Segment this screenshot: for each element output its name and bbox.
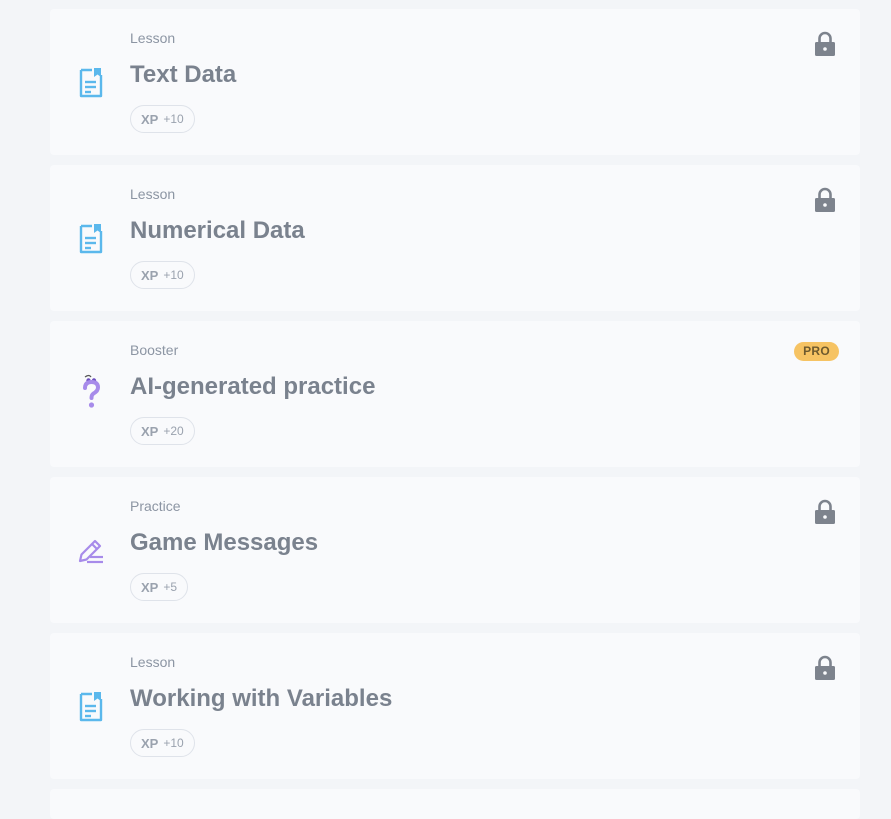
xp-label: XP xyxy=(141,111,159,127)
xp-value: +10 xyxy=(163,736,184,750)
xp-pill: XP +20 xyxy=(130,417,195,445)
xp-value: +20 xyxy=(163,424,184,438)
lock-icon xyxy=(814,31,836,57)
card-type-label: Lesson xyxy=(130,654,176,670)
card-type-label: Lesson xyxy=(130,30,176,46)
xp-value: +5 xyxy=(163,580,178,594)
question-icon xyxy=(76,374,106,411)
lock-icon xyxy=(814,187,836,213)
xp-pill: XP +10 xyxy=(130,105,195,133)
card-type-label: Practice xyxy=(130,498,181,514)
card-title: Text Data xyxy=(130,61,237,88)
xp-label: XP xyxy=(141,579,159,595)
lesson-doc-icon xyxy=(76,689,106,723)
xp-pill: XP +10 xyxy=(130,729,195,757)
card-title: Game Messages xyxy=(130,529,319,556)
lesson-doc-icon xyxy=(76,221,106,255)
practice-card-game-messages[interactable]: Practice Game Messages XP +5 xyxy=(50,477,860,623)
booster-card-ai-practice[interactable]: Booster AI-generated practice XP +20 PRO xyxy=(50,321,860,467)
xp-label: XP xyxy=(141,267,159,283)
card-type-label: Booster xyxy=(130,342,179,358)
lock-icon xyxy=(814,499,836,525)
lesson-doc-icon xyxy=(76,65,106,99)
pencil-icon xyxy=(76,533,106,567)
card-type-label: Lesson xyxy=(130,186,176,202)
lesson-list: Lesson Text Data XP +10 Lesson Numerical… xyxy=(50,9,860,819)
card-title: Numerical Data xyxy=(130,217,305,244)
lesson-card-text-data[interactable]: Lesson Text Data XP +10 xyxy=(50,9,860,155)
xp-pill: XP +5 xyxy=(130,573,189,601)
xp-value: +10 xyxy=(163,268,184,282)
card-title: AI-generated practice xyxy=(130,373,376,400)
xp-pill: XP +10 xyxy=(130,261,195,289)
next-card-partial[interactable] xyxy=(50,789,860,819)
xp-label: XP xyxy=(141,423,159,439)
pro-badge: PRO xyxy=(794,342,839,361)
lesson-card-working-with-variables[interactable]: Lesson Working with Variables XP +10 xyxy=(50,633,860,779)
lock-icon xyxy=(814,655,836,681)
lesson-card-numerical-data[interactable]: Lesson Numerical Data XP +10 xyxy=(50,165,860,311)
card-title: Working with Variables xyxy=(130,685,393,712)
xp-label: XP xyxy=(141,735,159,751)
xp-value: +10 xyxy=(163,112,184,126)
